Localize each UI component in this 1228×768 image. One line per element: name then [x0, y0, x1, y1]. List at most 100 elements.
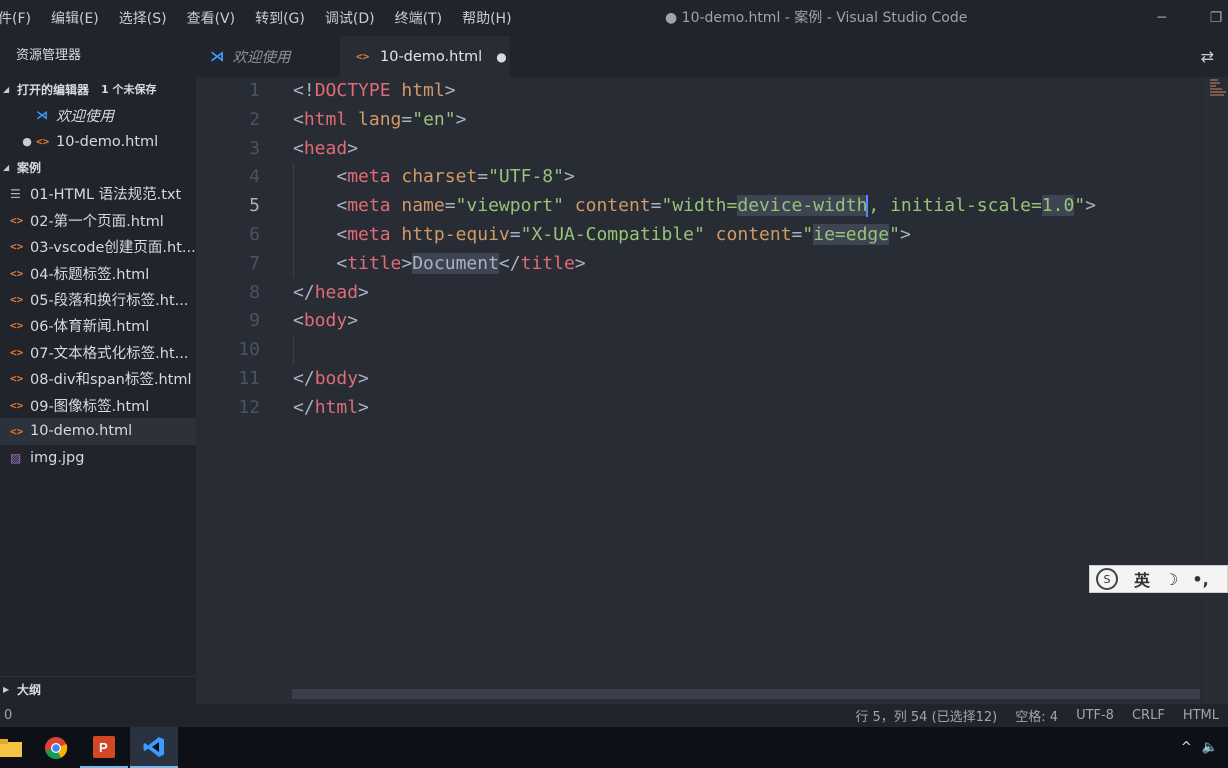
- code-line[interactable]: </html>: [293, 394, 1198, 423]
- line-number: 12: [238, 396, 260, 418]
- workspace-folder-header[interactable]: ◢ 案例: [0, 155, 196, 181]
- line-number-gutter: 1 2 3 4 5 6 7 8 9 10 11 12: [196, 77, 266, 423]
- file-item[interactable]: <> 09-图像标签.html: [0, 392, 196, 418]
- unsaved-count-badge: 1 个未保存: [101, 83, 157, 96]
- volume-icon[interactable]: 🔈: [1202, 740, 1218, 755]
- tab-label: 10-demo.html: [380, 48, 483, 65]
- taskbar-file-explorer[interactable]: [0, 727, 34, 768]
- line-number: 1: [249, 80, 260, 101]
- chevron-down-icon: ◢: [3, 84, 10, 94]
- file-item[interactable]: <> 02-第一个页面.html: [0, 207, 196, 233]
- text-selection: device-width: [737, 195, 868, 217]
- code-line[interactable]: <meta http-equiv="X-UA-Compatible" conte…: [293, 221, 1198, 250]
- file-item[interactable]: <> 04-标题标签.html: [0, 260, 196, 286]
- file-label: 02-第一个页面.html: [30, 213, 164, 230]
- powerpoint-icon: P: [93, 735, 115, 758]
- image-icon: ▨: [10, 450, 22, 465]
- code-line[interactable]: <!DOCTYPE html>: [293, 77, 1198, 106]
- file-label: 03-vscode创建页面.ht...: [30, 240, 196, 257]
- file-label: 01-HTML 语法规范.txt: [30, 187, 182, 204]
- line-number: 8: [249, 281, 260, 303]
- cursor-position[interactable]: 行 5，列 54 (已选择12): [846, 706, 1006, 725]
- code-line[interactable]: <head>: [293, 135, 1198, 164]
- html-icon: <>: [10, 424, 24, 438]
- punctuation-toggle[interactable]: •,: [1192, 570, 1208, 589]
- text-file-icon: ☰: [10, 186, 21, 201]
- ime-mode-toggle[interactable]: 英: [1134, 567, 1150, 591]
- file-item[interactable]: <> 07-文本格式化标签.ht...: [0, 339, 196, 365]
- menu-go[interactable]: 转到(G): [245, 0, 315, 36]
- code-line[interactable]: [293, 336, 1198, 365]
- html-icon: <>: [10, 345, 24, 359]
- vscode-icon: ⋊: [36, 108, 48, 123]
- tab-welcome[interactable]: ⋊ 欢迎使用: [196, 36, 340, 77]
- code-editor[interactable]: 1 2 3 4 5 6 7 8 9 10 11 12 <!DOCTYPE htm…: [196, 77, 1228, 704]
- minimize-button[interactable]: ─: [1142, 0, 1182, 36]
- menu-file[interactable]: 件(F): [0, 0, 41, 36]
- line-number: 11: [238, 367, 260, 389]
- line-number-active: 5: [249, 195, 260, 217]
- line-number: 9: [249, 310, 260, 332]
- code-line-active[interactable]: <meta name="viewport" content="width=dev…: [293, 192, 1198, 221]
- taskbar-vscode[interactable]: [130, 727, 178, 768]
- horizontal-scrollbar[interactable]: [292, 689, 1200, 699]
- code-line[interactable]: </body>: [293, 365, 1198, 394]
- unsaved-dot-icon[interactable]: ●: [496, 50, 506, 64]
- file-label: 08-div和span标签.html: [30, 372, 192, 389]
- tray-overflow-icon[interactable]: ^: [1181, 740, 1192, 755]
- file-item-selected[interactable]: <> 10-demo.html: [0, 418, 196, 445]
- file-label: 04-标题标签.html: [30, 266, 150, 283]
- svg-text:P: P: [99, 740, 108, 755]
- taskbar-chrome[interactable]: [32, 727, 80, 768]
- language-mode[interactable]: HTML: [1174, 708, 1228, 723]
- html-icon: <>: [10, 293, 24, 307]
- file-item[interactable]: ☰ 01-HTML 语法规范.txt: [0, 181, 196, 207]
- menu-terminal[interactable]: 终端(T): [385, 0, 452, 36]
- open-changes-icon[interactable]: ⇄: [1201, 36, 1214, 77]
- ime-toolbar[interactable]: S 英 ☽ •,: [1089, 565, 1228, 593]
- minimap[interactable]: [1206, 77, 1228, 704]
- ime-logo-icon[interactable]: S: [1096, 568, 1118, 590]
- code-line[interactable]: <title>Document</title>: [293, 250, 1198, 279]
- open-editor-welcome[interactable]: ⋊ 欢迎使用: [0, 102, 196, 128]
- encoding-setting[interactable]: UTF-8: [1067, 708, 1123, 723]
- code-line[interactable]: <body>: [293, 307, 1198, 336]
- file-label: img.jpg: [30, 449, 85, 466]
- explorer-sidebar: 资源管理器 ◢ 打开的编辑器 1 个未保存 ⋊ 欢迎使用 ● <> 10-dem…: [0, 36, 196, 704]
- code-content[interactable]: <!DOCTYPE html> <html lang="en"> <head> …: [293, 77, 1198, 423]
- file-item[interactable]: <> 06-体育新闻.html: [0, 313, 196, 339]
- window-title: ● 10-demo.html - 案例 - Visual Studio Code: [665, 10, 968, 26]
- line-number: 2: [249, 108, 260, 130]
- indentation-setting[interactable]: 空格: 4: [1006, 706, 1067, 725]
- file-item[interactable]: <> 05-段落和换行标签.ht...: [0, 286, 196, 312]
- open-editor-demo[interactable]: ● <> 10-demo.html: [0, 128, 196, 154]
- outline-header[interactable]: ▶ 大纲: [0, 676, 196, 702]
- menu-debug[interactable]: 调试(D): [315, 0, 385, 36]
- restore-button[interactable]: ❐: [1196, 0, 1228, 36]
- file-label: 07-文本格式化标签.ht...: [30, 345, 189, 362]
- file-item[interactable]: ▨ img.jpg: [0, 445, 196, 471]
- taskbar-powerpoint[interactable]: P: [80, 727, 128, 768]
- eol-setting[interactable]: CRLF: [1123, 708, 1174, 723]
- problems-count[interactable]: 0: [4, 704, 12, 727]
- status-bar: 0 行 5，列 54 (已选择12) 空格: 4 UTF-8 CRLF HTML: [0, 704, 1228, 727]
- html-icon: <>: [10, 319, 24, 333]
- file-item[interactable]: <> 03-vscode创建页面.ht...: [0, 234, 196, 260]
- moon-icon[interactable]: ☽: [1164, 570, 1178, 589]
- open-editor-label: 欢迎使用: [56, 108, 114, 125]
- code-line[interactable]: <html lang="en">: [293, 106, 1198, 135]
- tab-label: 欢迎使用: [232, 50, 291, 66]
- vscode-icon: [143, 736, 164, 757]
- open-editors-header[interactable]: ◢ 打开的编辑器 1 个未保存: [0, 76, 196, 102]
- code-line[interactable]: <meta charset="UTF-8">: [293, 163, 1198, 192]
- menu-help[interactable]: 帮助(H): [452, 0, 521, 36]
- menu-selection[interactable]: 选择(S): [109, 0, 177, 36]
- menu-view[interactable]: 查看(V): [177, 0, 246, 36]
- chevron-right-icon: ▶: [3, 685, 10, 694]
- unsaved-dot-icon[interactable]: ●: [18, 135, 36, 148]
- menu-edit[interactable]: 编辑(E): [41, 0, 109, 36]
- html-icon: <>: [10, 372, 24, 386]
- file-item[interactable]: <> 08-div和span标签.html: [0, 366, 196, 392]
- tab-10-demo[interactable]: <> 10-demo.html ●: [340, 36, 510, 77]
- code-line[interactable]: </head>: [293, 279, 1198, 308]
